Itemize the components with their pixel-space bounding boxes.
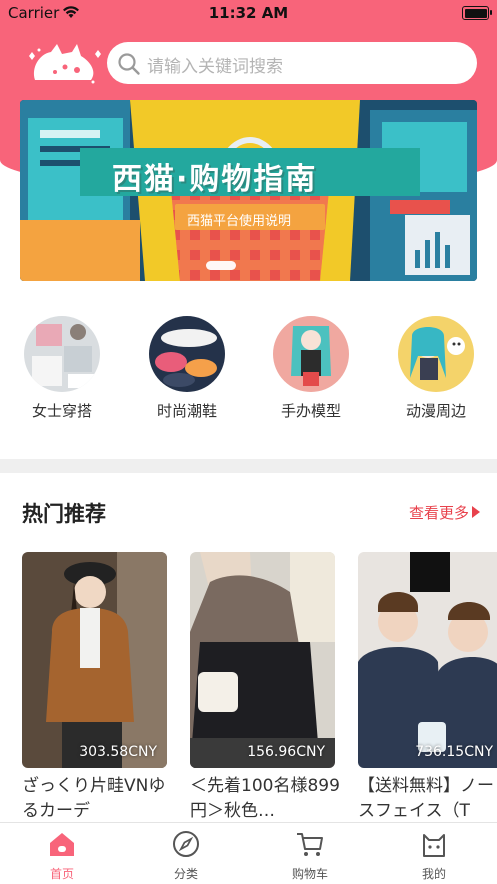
see-more-link[interactable]: 查看更多 (409, 502, 469, 523)
product-price: 303.58CNY (79, 744, 157, 760)
category-figures[interactable]: 手办模型 (273, 316, 349, 421)
category-anime-goods-image (398, 316, 474, 392)
category-figures-image (273, 316, 349, 392)
product-price: 156.96CNY (247, 744, 325, 760)
tab-label: 购物车 (291, 867, 328, 881)
category-womens-wear-image (24, 316, 100, 392)
tab-cart[interactable]: 购物车 (270, 829, 350, 882)
product-name[interactable]: ＜先着100名様899円＞秋色… (190, 774, 340, 824)
tab-label: 首页 (49, 867, 74, 881)
banner-subtitle: 西猫平台使用说明 (187, 214, 292, 229)
tab-label: 分类 (173, 867, 198, 881)
category-fashion-shoes[interactable]: 时尚潮鞋 (149, 316, 225, 421)
shopping-cart-icon (297, 833, 323, 856)
product-image[interactable]: 303.58CNY (22, 552, 167, 768)
logo-cat-icon (29, 44, 101, 84)
product-name[interactable]: 【送料無料】ノースフェイス（T (358, 774, 497, 824)
product-card[interactable]: 156.96CNY ＜先着100名様899円＞秋色… (190, 552, 340, 824)
category-label: 时尚潮鞋 (156, 402, 217, 420)
category-fashion-shoes-image (149, 316, 225, 392)
search-placeholder: 请输入关键词搜索 (147, 57, 283, 77)
search-icon (118, 53, 140, 75)
clock: 11:32 AM (208, 4, 289, 22)
tab-profile[interactable]: 我的 (394, 829, 474, 882)
product-image[interactable]: 736.15CNY (358, 552, 497, 768)
see-more-arrow-icon[interactable] (472, 506, 480, 518)
battery-icon (462, 6, 492, 20)
section-title: 热门推荐 (22, 502, 106, 526)
category-anime-goods[interactable]: 动漫周边 (398, 316, 474, 421)
product-card[interactable]: 303.58CNY ざっくり片畦VNゆるカーデ (22, 552, 167, 824)
bottom-tab-bar: 首页 分类 购物车 我的 (0, 822, 497, 884)
product-card[interactable]: 736.15CNY 【送料無料】ノースフェイス（T (358, 552, 497, 824)
compass-icon (173, 831, 199, 857)
tab-home[interactable]: 首页 (22, 829, 102, 882)
product-name[interactable]: ざっくり片畦VNゆるカーデ (22, 774, 172, 824)
category-label: 动漫周边 (405, 402, 466, 420)
cat-face-icon (423, 834, 445, 857)
status-bar: Carrier 11:32 AM (0, 0, 497, 26)
category-label: 女士穿搭 (31, 402, 92, 420)
category-label: 手办模型 (280, 402, 341, 420)
tab-label: 我的 (421, 867, 446, 881)
tab-categories[interactable]: 分类 (146, 829, 226, 882)
product-image[interactable]: 156.96CNY (190, 552, 335, 768)
section-divider (0, 459, 497, 473)
banner-page-indicator (206, 261, 236, 270)
promo-banner[interactable]: 西猫·购物指南 西猫平台使用说明 (20, 100, 477, 281)
category-womens-wear[interactable]: 女士穿搭 (24, 316, 100, 421)
product-price: 736.15CNY (415, 744, 493, 760)
banner-title: 西猫·购物指南 (112, 162, 318, 197)
search-bar[interactable]: 请输入关键词搜索 (107, 42, 477, 84)
home-icon (50, 833, 74, 856)
